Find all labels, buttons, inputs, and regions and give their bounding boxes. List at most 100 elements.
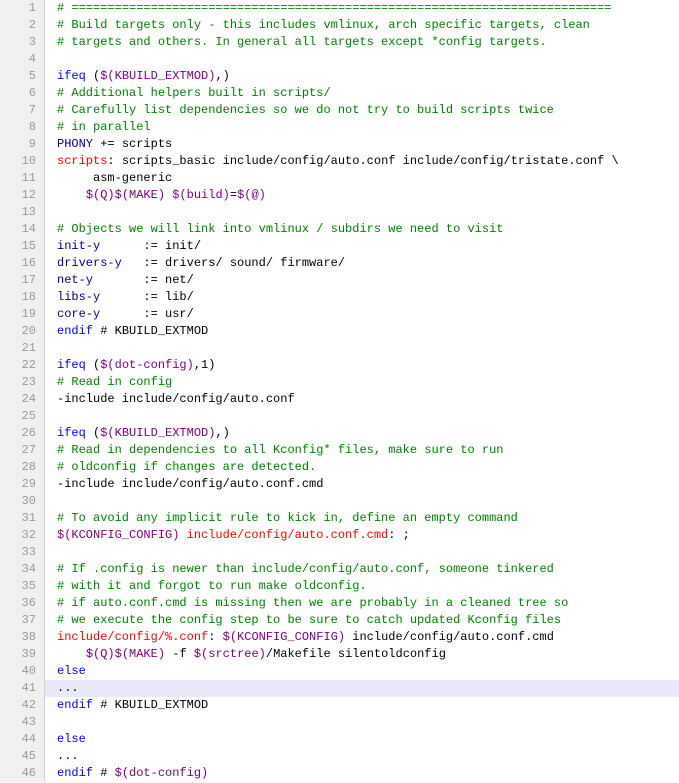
code-line[interactable]: 41... — [0, 680, 679, 697]
code-line[interactable]: 26ifeq ($(KBUILD_EXTMOD),) — [0, 425, 679, 442]
code-content[interactable]: # with it and forgot to run make oldconf… — [45, 578, 679, 595]
code-line[interactable]: 38include/config/%.conf: $(KCONFIG_CONFI… — [0, 629, 679, 646]
code-content[interactable]: # To avoid any implicit rule to kick in,… — [45, 510, 679, 527]
code-content[interactable]: ifeq ($(KBUILD_EXTMOD),) — [45, 68, 679, 85]
code-content[interactable]: $(KCONFIG_CONFIG) include/config/auto.co… — [45, 527, 679, 544]
code-content[interactable] — [45, 544, 679, 561]
code-content[interactable]: -include include/config/auto.conf — [45, 391, 679, 408]
code-line[interactable]: 7# Carefully list dependencies so we do … — [0, 102, 679, 119]
code-line[interactable]: 44else — [0, 731, 679, 748]
code-line[interactable]: 30 — [0, 493, 679, 510]
token: # KBUILD_EXTMOD — [93, 698, 208, 712]
code-line[interactable]: 46endif # $(dot-config) — [0, 765, 679, 782]
code-content[interactable]: ... — [45, 680, 679, 697]
code-content[interactable]: include/config/%.conf: $(KCONFIG_CONFIG)… — [45, 629, 679, 646]
code-line[interactable]: 15init-y := init/ — [0, 238, 679, 255]
code-line[interactable]: 19core-y := usr/ — [0, 306, 679, 323]
code-content[interactable] — [45, 714, 679, 731]
code-content[interactable]: libs-y := lib/ — [45, 289, 679, 306]
line-number: 11 — [0, 170, 45, 187]
token: ifeq — [57, 69, 86, 83]
code-line[interactable]: 3# targets and others. In general all ta… — [0, 34, 679, 51]
code-line[interactable]: 12 $(Q)$(MAKE) $(build)=$(@) — [0, 187, 679, 204]
code-content[interactable]: else — [45, 731, 679, 748]
code-content[interactable]: core-y := usr/ — [45, 306, 679, 323]
code-content[interactable]: # Additional helpers built in scripts/ — [45, 85, 679, 102]
code-line[interactable]: 22ifeq ($(dot-config),1) — [0, 357, 679, 374]
code-line[interactable]: 21 — [0, 340, 679, 357]
code-line[interactable]: 13 — [0, 204, 679, 221]
code-content[interactable]: ... — [45, 748, 679, 765]
code-content[interactable] — [45, 493, 679, 510]
code-line[interactable]: 25 — [0, 408, 679, 425]
code-line[interactable]: 24-include include/config/auto.conf — [0, 391, 679, 408]
code-content[interactable]: asm-generic — [45, 170, 679, 187]
code-line[interactable]: 1# =====================================… — [0, 0, 679, 17]
code-line[interactable]: 32$(KCONFIG_CONFIG) include/config/auto.… — [0, 527, 679, 544]
code-line[interactable]: 39 $(Q)$(MAKE) -f $(srctree)/Makefile si… — [0, 646, 679, 663]
code-content[interactable] — [45, 340, 679, 357]
code-content[interactable]: # ======================================… — [45, 0, 679, 17]
token: endif — [57, 766, 93, 780]
code-line[interactable]: 16drivers-y := drivers/ sound/ firmware/ — [0, 255, 679, 272]
code-content[interactable]: else — [45, 663, 679, 680]
code-line[interactable]: 33 — [0, 544, 679, 561]
token: core-y — [57, 307, 100, 321]
code-line[interactable]: 31# To avoid any implicit rule to kick i… — [0, 510, 679, 527]
code-content[interactable]: # Read in dependencies to all Kconfig* f… — [45, 442, 679, 459]
code-line[interactable]: 8# in parallel — [0, 119, 679, 136]
line-number: 1 — [0, 0, 45, 17]
code-line[interactable]: 28# oldconfig if changes are detected. — [0, 459, 679, 476]
code-content[interactable]: PHONY += scripts — [45, 136, 679, 153]
code-content[interactable]: # oldconfig if changes are detected. — [45, 459, 679, 476]
code-line[interactable]: 43 — [0, 714, 679, 731]
code-content[interactable] — [45, 408, 679, 425]
code-content[interactable]: $(Q)$(MAKE) $(build)=$(@) — [45, 187, 679, 204]
code-content[interactable]: ifeq ($(KBUILD_EXTMOD),) — [45, 425, 679, 442]
code-line[interactable]: 20endif # KBUILD_EXTMOD — [0, 323, 679, 340]
code-line[interactable]: 18libs-y := lib/ — [0, 289, 679, 306]
code-content[interactable]: # Read in config — [45, 374, 679, 391]
code-line[interactable]: 11 asm-generic — [0, 170, 679, 187]
code-line[interactable]: 27# Read in dependencies to all Kconfig*… — [0, 442, 679, 459]
code-content[interactable]: net-y := net/ — [45, 272, 679, 289]
code-content[interactable]: scripts: scripts_basic include/config/au… — [45, 153, 679, 170]
code-line[interactable]: 40else — [0, 663, 679, 680]
code-line[interactable]: 35# with it and forgot to run make oldco… — [0, 578, 679, 595]
code-line[interactable]: 9PHONY += scripts — [0, 136, 679, 153]
code-line[interactable]: 17net-y := net/ — [0, 272, 679, 289]
code-content[interactable] — [45, 204, 679, 221]
code-content[interactable]: $(Q)$(MAKE) -f $(srctree)/Makefile silen… — [45, 646, 679, 663]
code-content[interactable]: endif # KBUILD_EXTMOD — [45, 697, 679, 714]
code-line[interactable]: 4 — [0, 51, 679, 68]
code-content[interactable]: endif # KBUILD_EXTMOD — [45, 323, 679, 340]
code-content[interactable]: # Build targets only - this includes vml… — [45, 17, 679, 34]
code-editor[interactable]: 1# =====================================… — [0, 0, 679, 782]
code-line[interactable]: 34# If .config is newer than include/con… — [0, 561, 679, 578]
code-content[interactable]: # we execute the config step to be sure … — [45, 612, 679, 629]
code-line[interactable]: 14# Objects we will link into vmlinux / … — [0, 221, 679, 238]
code-content[interactable]: # in parallel — [45, 119, 679, 136]
code-content[interactable]: # Objects we will link into vmlinux / su… — [45, 221, 679, 238]
code-content[interactable]: drivers-y := drivers/ sound/ firmware/ — [45, 255, 679, 272]
line-number: 25 — [0, 408, 45, 425]
code-line[interactable]: 29-include include/config/auto.conf.cmd — [0, 476, 679, 493]
code-line[interactable]: 37# we execute the config step to be sur… — [0, 612, 679, 629]
code-line[interactable]: 6# Additional helpers built in scripts/ — [0, 85, 679, 102]
code-content[interactable]: # Carefully list dependencies so we do n… — [45, 102, 679, 119]
code-line[interactable]: 45... — [0, 748, 679, 765]
code-line[interactable]: 36# if auto.conf.cmd is missing then we … — [0, 595, 679, 612]
code-line[interactable]: 5ifeq ($(KBUILD_EXTMOD),) — [0, 68, 679, 85]
code-content[interactable]: init-y := init/ — [45, 238, 679, 255]
code-content[interactable] — [45, 51, 679, 68]
code-line[interactable]: 42endif # KBUILD_EXTMOD — [0, 697, 679, 714]
code-content[interactable]: # targets and others. In general all tar… — [45, 34, 679, 51]
code-line[interactable]: 10scripts: scripts_basic include/config/… — [0, 153, 679, 170]
code-line[interactable]: 2# Build targets only - this includes vm… — [0, 17, 679, 34]
code-content[interactable]: ifeq ($(dot-config),1) — [45, 357, 679, 374]
code-content[interactable]: endif # $(dot-config) — [45, 765, 679, 782]
code-line[interactable]: 23# Read in config — [0, 374, 679, 391]
code-content[interactable]: -include include/config/auto.conf.cmd — [45, 476, 679, 493]
code-content[interactable]: # If .config is newer than include/confi… — [45, 561, 679, 578]
code-content[interactable]: # if auto.conf.cmd is missing then we ar… — [45, 595, 679, 612]
